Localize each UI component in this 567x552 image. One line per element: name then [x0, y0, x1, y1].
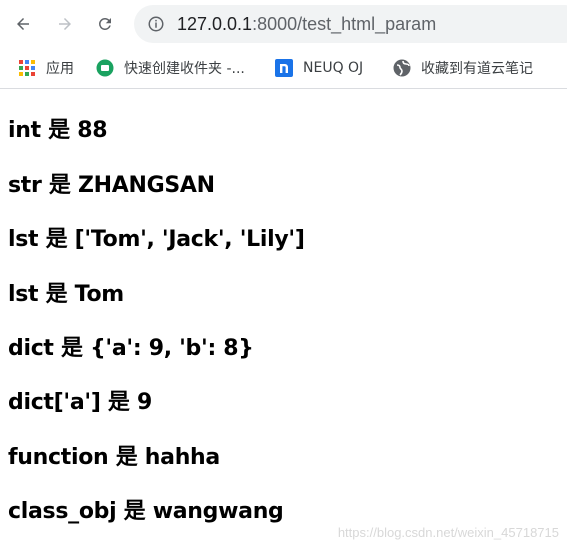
line-int: int 是 88: [8, 118, 108, 143]
globe-icon: [393, 59, 411, 77]
line-lst-first: lst 是 Tom: [8, 282, 124, 307]
forward-button[interactable]: [50, 9, 80, 39]
browser-toolbar: 127.0.0.1:8000/test_html_param: [0, 0, 567, 48]
line-function: function 是 hahha: [8, 445, 220, 470]
line-class-obj: class_obj 是 wangwang: [8, 499, 284, 524]
arrow-left-icon: [17, 18, 29, 30]
green-circle-icon: [96, 59, 114, 77]
url-host: 127.0.0.1: [177, 13, 253, 34]
watermark: https://blog.csdn.net/weixin_45718715: [337, 525, 559, 540]
url-text[interactable]: 127.0.0.1:8000/test_html_param: [177, 14, 436, 35]
line-dict: dict 是 {'a': 9, 'b': 8}: [8, 336, 254, 361]
line-lst: lst 是 ['Tom', 'Jack', 'Lily']: [8, 227, 305, 252]
bookmark-label: 应用: [46, 61, 74, 77]
line-dict-a: dict['a'] 是 9: [8, 390, 152, 415]
bookmark-neuq-oj[interactable]: NEUQ OJ: [275, 56, 363, 80]
reload-icon: [98, 17, 111, 30]
bookmark-youdao-note[interactable]: 收藏到有道云笔记: [393, 56, 533, 80]
arrow-right-icon: [59, 18, 71, 30]
n-logo-icon: [275, 59, 293, 77]
bookmark-label: 收藏到有道云笔记: [421, 61, 533, 77]
bookmark-apps[interactable]: 应用: [18, 56, 74, 80]
bookmark-quick-create[interactable]: 快速创建收件夹 -...: [96, 56, 245, 80]
apps-grid-icon: [19, 60, 35, 76]
bookmarks-bar: 应用 快速创建收件夹 -... NEUQ OJ 收藏到有道云笔记: [0, 48, 567, 89]
reload-button[interactable]: [90, 9, 120, 39]
bookmark-label: 快速创建收件夹 -...: [124, 61, 245, 77]
line-str: str 是 ZHANGSAN: [8, 173, 215, 198]
address-bar[interactable]: 127.0.0.1:8000/test_html_param: [134, 5, 567, 43]
bookmark-label: NEUQ OJ: [303, 60, 364, 76]
info-icon[interactable]: [147, 15, 165, 33]
back-button[interactable]: [8, 9, 38, 39]
url-path: :8000/test_html_param: [252, 13, 437, 34]
